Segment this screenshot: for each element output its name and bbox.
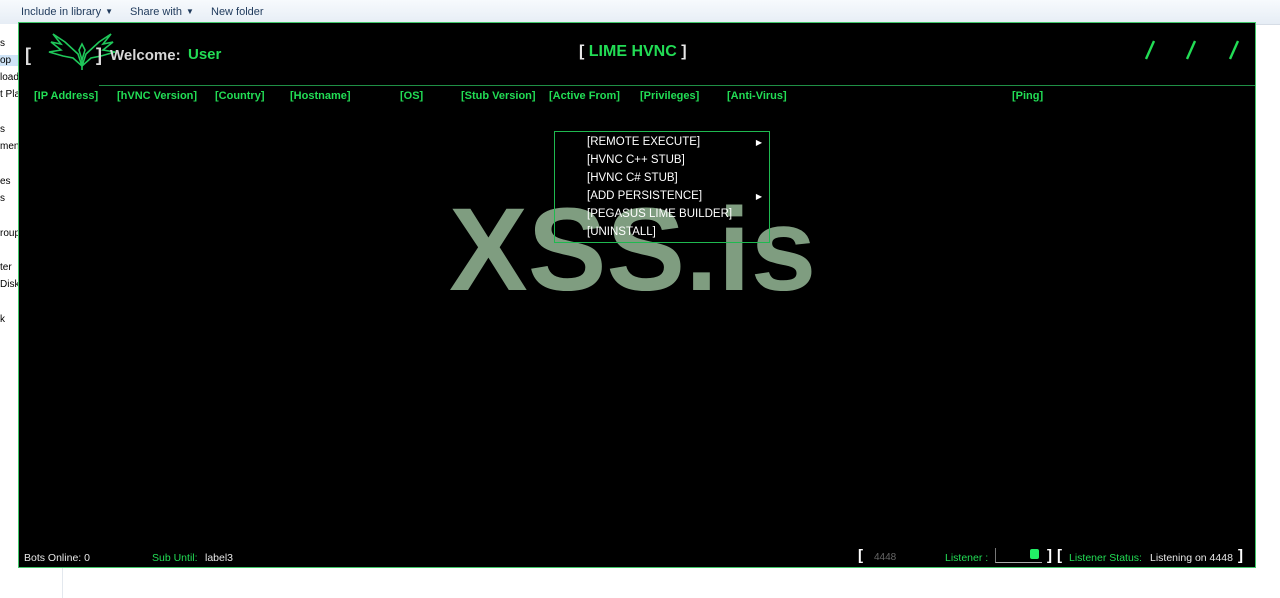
menu-item-label: [HVNC C# STUB]	[587, 172, 678, 184]
bots-online: Bots Online: 0	[24, 552, 90, 564]
chevron-down-icon: ▼	[185, 7, 194, 16]
nav-item-label: s	[0, 124, 5, 135]
lime-hvnc-window: [ ] Welcome: User [ LIME HVNC ] [IP Addr…	[18, 22, 1256, 568]
port-bracket-open: [	[858, 547, 863, 564]
menu-item-uninstall[interactable]: [UNINSTALL]	[587, 226, 762, 242]
status-bracket-close: ]	[1238, 547, 1243, 564]
nav-item[interactable]: op	[0, 55, 18, 66]
close-icon[interactable]	[1225, 38, 1245, 62]
nav-item-label: ter	[0, 262, 12, 273]
nav-item-label: Disk	[0, 279, 18, 290]
welcome-username: User	[188, 46, 222, 63]
nav-item-label: s	[0, 193, 5, 204]
context-menu: [REMOTE EXECUTE] ▶ [HVNC C++ STUB] [HVNC …	[554, 131, 770, 243]
sub-until-label: Sub Until:	[152, 552, 198, 564]
menu-item-remote-execute[interactable]: [REMOTE EXECUTE] ▶	[587, 136, 762, 152]
clients-table-header: [IP Address] [hVNC Version] [Country] [H…	[19, 90, 1255, 104]
menu-item-label: [UNINSTALL]	[587, 226, 656, 238]
chevron-down-icon: ▼	[105, 7, 114, 16]
menu-item-hvnc-cpp-stub[interactable]: [HVNC C++ STUB]	[587, 154, 762, 170]
header-divider	[99, 85, 1255, 86]
nav-item-label: s	[0, 38, 5, 49]
nav-item[interactable]: k	[0, 314, 18, 325]
port-bracket-close: ]	[1047, 547, 1052, 564]
menu-item-label: [PEGASUS LIME BUILDER]	[587, 208, 733, 220]
submenu-arrow-icon: ▶	[755, 138, 762, 147]
column-ping[interactable]: [Ping]	[1012, 90, 1043, 102]
submenu-arrow-icon: ▶	[755, 192, 762, 201]
new-folder-button[interactable]: New folder	[211, 6, 264, 18]
maximize-icon[interactable]	[1182, 38, 1202, 62]
share-with-label: Share with	[130, 6, 182, 18]
menu-item-pegasus-lime-builder[interactable]: [PEGASUS LIME BUILDER]	[587, 208, 762, 224]
logo-bracket-open: [	[25, 45, 31, 65]
nav-item[interactable]: s	[0, 38, 18, 49]
listener-toggle[interactable]	[995, 548, 1042, 563]
menu-item-label: [ADD PERSISTENCE]	[587, 190, 703, 202]
nav-item[interactable]: s	[0, 124, 18, 135]
nav-item[interactable]: t Pla	[0, 89, 18, 100]
listener-label: Listener :	[945, 552, 989, 564]
app-title: [ LIME HVNC ]	[579, 43, 687, 61]
nav-item-label: k	[0, 314, 5, 325]
nav-item[interactable]: load	[0, 72, 18, 83]
nav-item[interactable]: roup	[0, 228, 18, 239]
listener-status-value: Listening on 4448	[1150, 552, 1233, 564]
title-bracket-close: ]	[681, 43, 687, 60]
menu-item-add-persistence[interactable]: [ADD PERSISTENCE] ▶	[587, 190, 762, 206]
minimize-icon[interactable]	[1141, 38, 1161, 62]
menu-item-label: [HVNC C++ STUB]	[587, 154, 685, 166]
column-hostname[interactable]: [Hostname]	[290, 90, 351, 102]
include-in-library-label: Include in library	[21, 6, 102, 18]
nav-item[interactable]: ment	[0, 141, 18, 152]
menu-item-hvnc-csharp-stub[interactable]: [HVNC C# STUB]	[587, 172, 762, 188]
nav-item[interactable]: s	[0, 193, 18, 204]
nav-item-label: t Pla	[0, 89, 18, 100]
column-active-from[interactable]: [Active From]	[549, 90, 620, 102]
column-os[interactable]: [OS]	[400, 90, 423, 102]
listener-port-input[interactable]: 4448	[874, 552, 896, 563]
column-ip-address[interactable]: [IP Address]	[34, 90, 98, 102]
title-bracket-open: [	[579, 43, 585, 60]
sub-until-value: label3	[205, 552, 234, 564]
nav-item-label: es	[0, 176, 11, 187]
logo-bracket-close: ]	[96, 45, 102, 65]
title-text: LIME HVNC	[588, 43, 677, 60]
menu-item-label: [REMOTE EXECUTE]	[587, 136, 701, 148]
nav-item-label: op	[0, 55, 12, 66]
column-stub-version[interactable]: [Stub Version]	[461, 90, 536, 102]
include-in-library-button[interactable]: Include in library ▼	[21, 6, 113, 18]
listener-status-label: Listener Status:	[1069, 552, 1142, 564]
phoenix-logo-icon	[48, 33, 116, 70]
nav-item-label: ment	[0, 141, 18, 152]
nav-item[interactable]: Disk	[0, 279, 18, 290]
nav-item-label: roup	[0, 228, 18, 239]
column-privileges[interactable]: [Privileges]	[640, 90, 699, 102]
column-hvnc-version[interactable]: [hVNC Version]	[117, 90, 197, 102]
welcome-label: Welcome:	[110, 47, 181, 64]
share-with-button[interactable]: Share with ▼	[130, 6, 194, 18]
nav-item-label: load	[0, 72, 18, 83]
toggle-knob	[1030, 549, 1039, 559]
nav-item[interactable]: es	[0, 176, 18, 187]
nav-item[interactable]: ter	[0, 262, 18, 273]
column-country[interactable]: [Country]	[215, 90, 265, 102]
status-bracket-open: [	[1057, 547, 1062, 564]
column-anti-virus[interactable]: [Anti-Virus]	[727, 90, 787, 102]
